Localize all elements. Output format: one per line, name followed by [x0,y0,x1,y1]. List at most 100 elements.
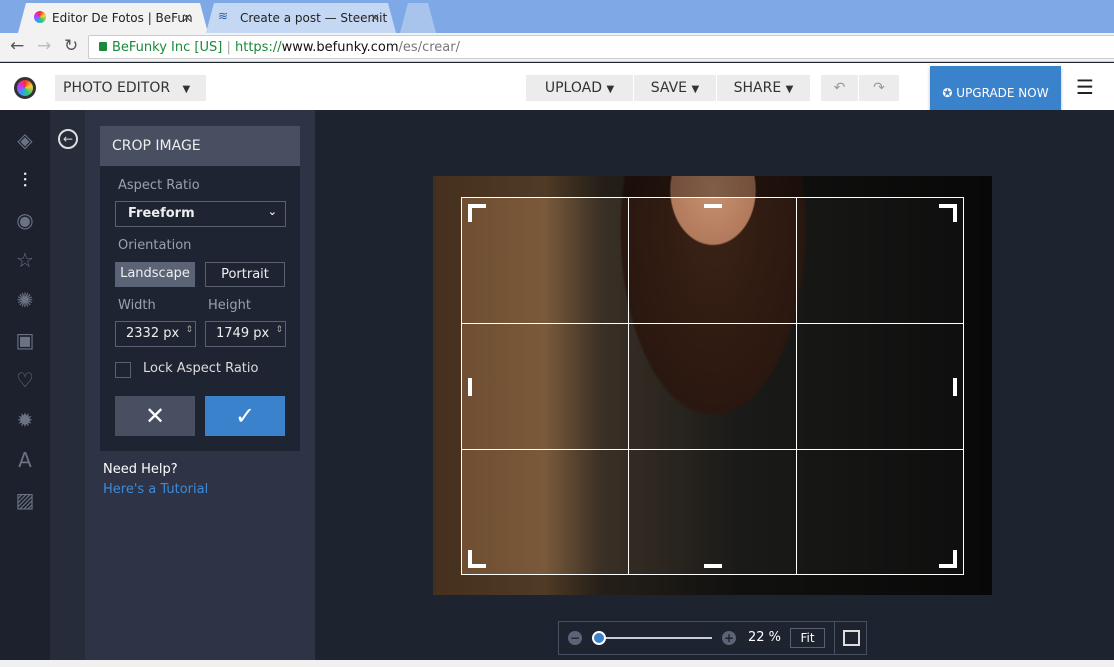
apply-button[interactable]: ✓ [205,396,285,436]
landscape-button[interactable]: Landscape [115,262,195,287]
hamburger-menu-icon[interactable]: ☰ [1076,75,1094,99]
width-label: Width [118,298,156,313]
zoom-slider-handle[interactable] [592,631,606,645]
crop-handle-right[interactable] [953,378,957,396]
fit-button[interactable]: Fit [790,628,825,648]
tutorial-link[interactable]: Here's a Tutorial [103,482,208,497]
crop-handle-top-right[interactable] [939,204,957,222]
tab-befunky[interactable]: Editor De Fotos | BeFun ✕ [18,3,208,33]
crop-title: CROP IMAGE [100,126,300,166]
share-button[interactable]: SHARE ▼ [717,75,810,101]
width-input[interactable]: 2332 px ⇕ [115,321,196,347]
save-label: SAVE [650,80,688,96]
zoom-percent: 22 % [748,630,782,645]
width-value: 2332 px [126,326,180,341]
help-title: Need Help? [103,462,178,477]
layers-icon[interactable]: ◈ [13,128,37,152]
star-icon[interactable]: ☆ [13,248,37,272]
crop-handle-top-left[interactable] [468,204,486,222]
chevron-down-icon: ⌄ [267,205,277,218]
caret-down-icon: ▼ [606,84,615,95]
lock-aspect-checkbox[interactable] [115,362,131,378]
address-bar-row: ← → ↻ BeFunky Inc [US] | https://www.bef… [0,33,1114,62]
menu-label: PHOTO EDITOR [63,80,171,96]
upgrade-label: UPGRADE NOW [956,86,1049,100]
aspect-value: Freeform [128,206,195,221]
caret-down-icon: ▼ [182,84,191,95]
zoom-bar: − + 22 % Fit [558,621,867,655]
undo-button[interactable]: ↶ [821,75,858,101]
badge-icon[interactable]: ✺ [13,288,37,312]
heart-icon[interactable]: ♡ [13,368,37,392]
share-label: SHARE [733,80,782,96]
crop-handle-left[interactable] [468,378,472,396]
frame-icon[interactable]: ▣ [13,328,37,352]
stepper-icon[interactable]: ⇕ [275,325,283,335]
url-input[interactable]: BeFunky Inc [US] | https://www.befunky.c… [88,35,1114,59]
fullscreen-icon[interactable] [843,630,860,646]
back-icon[interactable]: ← [10,36,24,56]
caret-down-icon: ▼ [785,84,794,95]
photo-editor-menu[interactable]: PHOTO EDITOR ▼ [55,75,206,101]
tab-steemit[interactable]: ≋ Create a post — Steemit ✕ [206,3,396,33]
secondary-column: ← [50,110,85,667]
crop-shade-right [964,176,992,595]
crop-shade-left [433,176,461,595]
shape-icon[interactable]: ✹ [13,408,37,432]
tool-rail: ◈ ⫶ ◉ ☆ ✺ ▣ ♡ ✹ A ▨ [0,110,50,667]
back-arrow-icon[interactable]: ← [58,129,78,149]
befunky-icon [34,11,46,23]
zoom-in-icon[interactable]: + [722,631,736,645]
undo-icon: ↶ [833,80,846,96]
sliders-icon[interactable]: ⫶ [13,168,37,192]
app-header: PHOTO EDITOR ▼ UPLOAD ▼ SAVE ▼ SHARE ▼ ↶… [0,63,1114,117]
text-icon[interactable]: A [13,448,37,472]
browser-tab-bar: Editor De Fotos | BeFun ✕ ≋ Create a post… [0,0,1114,33]
upload-label: UPLOAD [544,80,602,96]
stepper-icon[interactable]: ⇕ [185,325,193,335]
check-icon: ✓ [234,402,256,430]
url-host: www.befunky.com [281,40,399,55]
crop-handle-bottom-right[interactable] [939,550,957,568]
divider [834,622,835,654]
url-path: /es/crear/ [398,40,460,55]
reload-icon[interactable]: ↻ [64,36,78,56]
crop-shade-top [461,176,964,197]
portrait-button[interactable]: Portrait [205,262,285,287]
save-button[interactable]: SAVE ▼ [634,75,716,101]
award-icon: ✪ [942,86,953,100]
grid-line [628,198,629,574]
new-tab-button[interactable] [400,3,436,33]
height-value: 1749 px [216,326,270,341]
redo-button[interactable]: ↷ [859,75,899,101]
eye-icon[interactable]: ◉ [13,208,37,232]
crop-handle-bottom-left[interactable] [468,550,486,568]
crop-rectangle[interactable] [461,197,964,575]
befunky-logo[interactable] [14,77,36,99]
tab-title: Create a post — Steemit [240,11,388,25]
grid-line [462,323,963,324]
aspect-ratio-select[interactable]: Freeform ⌄ [115,201,286,227]
aspect-ratio-label: Aspect Ratio [118,178,200,193]
close-tab-icon[interactable]: ✕ [370,11,380,25]
texture-icon[interactable]: ▨ [13,488,37,512]
forward-icon[interactable]: → [37,36,51,56]
close-tab-icon[interactable]: ✕ [182,11,192,25]
zoom-out-icon[interactable]: − [568,631,582,645]
crop-handle-top[interactable] [704,204,722,208]
cancel-button[interactable]: ✕ [115,396,195,436]
redo-icon: ↷ [873,80,885,96]
caret-down-icon: ▼ [691,84,700,95]
lock-icon [99,42,107,51]
url-scheme: https:// [234,40,282,55]
security-label: BeFunky Inc [US] [112,40,223,55]
crop-panel: CROP IMAGE Aspect Ratio Freeform ⌄ Orient… [100,126,300,451]
height-input[interactable]: 1749 px ⇕ [205,321,286,347]
grid-line [462,449,963,450]
upload-button[interactable]: UPLOAD ▼ [526,75,633,101]
crop-shade-bottom [461,575,964,595]
grid-line [796,198,797,574]
bottom-strip [0,660,1114,667]
zoom-slider[interactable] [599,637,712,639]
crop-handle-bottom[interactable] [704,564,722,568]
